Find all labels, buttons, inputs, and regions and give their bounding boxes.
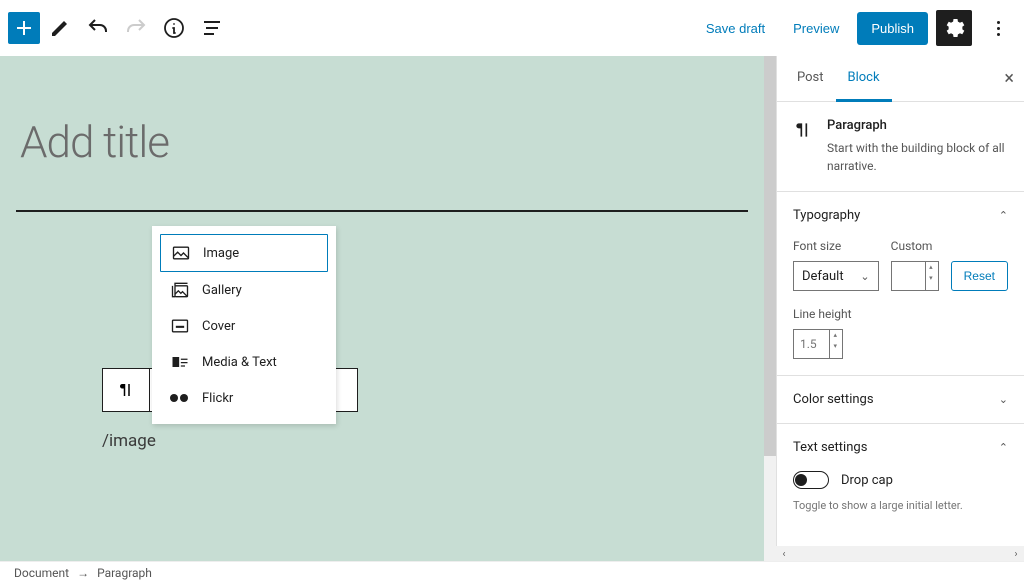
inserter-item-label: Gallery [202, 283, 242, 298]
publish-button[interactable]: Publish [857, 12, 928, 45]
stepper-up[interactable]: ▴ [926, 262, 936, 273]
media-text-icon [170, 352, 190, 372]
paragraph-icon [793, 120, 813, 140]
custom-size-input[interactable]: ▴▾ [891, 261, 939, 291]
stepper-up[interactable]: ▴ [830, 330, 840, 341]
settings-sidebar: Post Block × Paragraph Start with the bu… [776, 56, 1024, 561]
inserter-item-label: Image [203, 246, 239, 261]
gallery-icon [170, 280, 190, 300]
cover-icon [170, 316, 190, 336]
inserter-item-media-text[interactable]: Media & Text [160, 344, 328, 380]
chevron-up-icon: ⌃ [999, 441, 1008, 454]
block-info-panel: Paragraph Start with the building block … [777, 102, 1024, 192]
text-settings-toggle[interactable]: Text settings ⌃ [793, 440, 1008, 455]
image-icon [171, 243, 191, 263]
edit-mode-button[interactable] [42, 10, 78, 46]
add-block-button[interactable] [8, 12, 40, 44]
chevron-down-icon: ⌄ [860, 270, 869, 283]
editor-scrollbar[interactable] [764, 56, 776, 561]
custom-size-label: Custom [891, 239, 939, 253]
title-input[interactable]: Add title [20, 116, 748, 168]
line-height-label: Line height [793, 307, 1008, 321]
separator [16, 210, 748, 212]
inserter-item-image[interactable]: Image [160, 234, 328, 272]
paragraph-block-input[interactable]: /image [102, 431, 156, 451]
inserter-item-label: Media & Text [202, 355, 277, 370]
block-inserter-popup: Image Gallery Cover Media & Text Flickr [152, 226, 336, 424]
editor-area: Add title Image [0, 56, 776, 561]
drop-cap-help: Toggle to show a large initial letter. [793, 499, 1008, 512]
stepper-down[interactable]: ▾ [926, 273, 936, 284]
close-sidebar-button[interactable]: × [1004, 68, 1014, 89]
line-height-input[interactable]: 1.5 ▴▾ [793, 329, 843, 359]
inserter-item-label: Cover [202, 319, 235, 334]
block-title: Paragraph [827, 118, 1008, 133]
flickr-icon [170, 388, 190, 408]
block-description: Start with the building block of all nar… [827, 139, 1008, 175]
font-size-select[interactable]: Default ⌄ [793, 261, 879, 291]
drop-cap-toggle[interactable] [793, 471, 829, 489]
preview-button[interactable]: Preview [783, 13, 849, 44]
inserter-item-flickr[interactable]: Flickr [160, 380, 328, 416]
tab-post[interactable]: Post [785, 56, 836, 101]
top-toolbar: Save draft Preview Publish [0, 0, 1024, 56]
reset-button[interactable]: Reset [951, 261, 1008, 291]
save-draft-button[interactable]: Save draft [696, 13, 775, 44]
drop-cap-label: Drop cap [841, 473, 893, 488]
inserter-item-label: Flickr [202, 391, 233, 406]
breadcrumb-item[interactable]: Document [14, 566, 69, 580]
color-settings-panel: Color settings ⌄ [777, 376, 1024, 424]
text-settings-panel: Text settings ⌃ Drop cap Toggle to show … [777, 424, 1024, 528]
inserter-item-gallery[interactable]: Gallery [160, 272, 328, 308]
color-settings-toggle[interactable]: Color settings ⌄ [793, 392, 1008, 407]
undo-button[interactable] [80, 10, 116, 46]
stepper-down[interactable]: ▾ [830, 341, 840, 352]
breadcrumb: Document → Paragraph [0, 561, 1024, 583]
redo-button[interactable] [118, 10, 154, 46]
more-options-button[interactable] [980, 10, 1016, 46]
font-size-label: Font size [793, 239, 879, 253]
settings-button[interactable] [936, 10, 972, 46]
chevron-down-icon: ⌄ [999, 393, 1008, 406]
block-type-button[interactable] [103, 369, 149, 411]
typography-panel-toggle[interactable]: Typography ⌃ [793, 208, 1008, 223]
outline-button[interactable] [194, 10, 230, 46]
breadcrumb-item[interactable]: Paragraph [97, 566, 152, 580]
chevron-up-icon: ⌃ [999, 209, 1008, 222]
sidebar-horizontal-scrollbar[interactable]: ‹› [776, 546, 1024, 562]
tab-block[interactable]: Block [836, 56, 892, 102]
typography-panel: Typography ⌃ Font size Default ⌄ Custom [777, 192, 1024, 376]
info-button[interactable] [156, 10, 192, 46]
inserter-item-cover[interactable]: Cover [160, 308, 328, 344]
